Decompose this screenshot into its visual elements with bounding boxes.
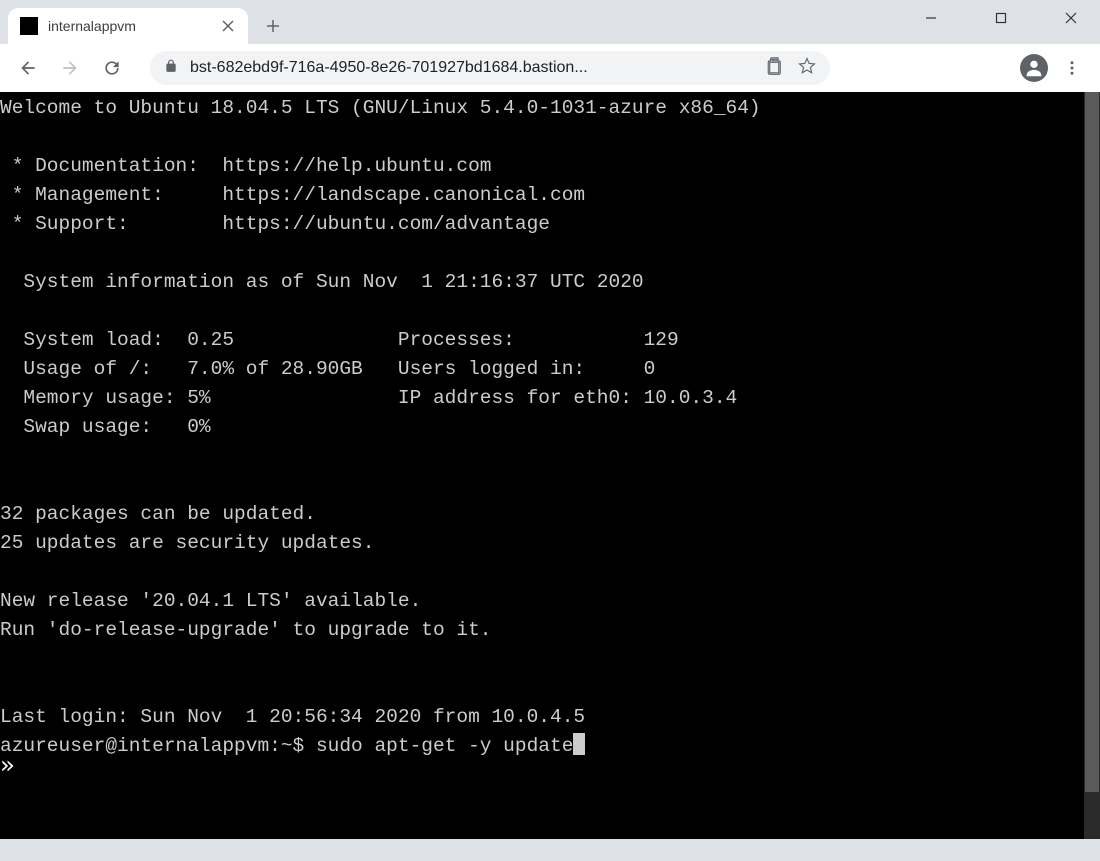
- tab-strip: internalappvm: [0, 0, 1100, 44]
- favicon-icon: [20, 17, 38, 35]
- scrollbar-thumb[interactable]: [1085, 92, 1099, 792]
- tab-title: internalappvm: [48, 18, 210, 34]
- motd-support: * Support: https://ubuntu.com/advantage: [0, 213, 550, 235]
- shell-prompt: azureuser@internalappvm:~$ sudo apt-get …: [0, 735, 573, 757]
- sysinfo-header: System information as of Sun Nov 1 21:16…: [0, 271, 644, 293]
- release-run: Run 'do-release-upgrade' to upgrade to i…: [0, 619, 491, 641]
- forward-button[interactable]: [54, 52, 86, 84]
- clipboard-icon[interactable]: [766, 57, 784, 80]
- tab-close-icon[interactable]: [220, 18, 236, 34]
- profile-avatar-icon[interactable]: [1020, 54, 1048, 82]
- motd-doc: * Documentation: https://help.ubuntu.com: [0, 155, 491, 177]
- kebab-menu-icon[interactable]: [1056, 59, 1088, 77]
- browser-tab[interactable]: internalappvm: [8, 8, 248, 44]
- sysinfo-row: System load: 0.25 Processes: 129: [0, 329, 679, 351]
- terminal-output: Welcome to Ubuntu 18.04.5 LTS (GNU/Linux…: [0, 92, 1100, 761]
- last-login: Last login: Sun Nov 1 20:56:34 2020 from…: [0, 706, 585, 728]
- scrollbar[interactable]: [1084, 92, 1100, 839]
- chevrons-icon[interactable]: »: [0, 751, 14, 779]
- back-button[interactable]: [12, 52, 44, 84]
- pkg-security: 25 updates are security updates.: [0, 532, 374, 554]
- motd-welcome: Welcome to Ubuntu 18.04.5 LTS (GNU/Linux…: [0, 97, 761, 119]
- toolbar-right: [1020, 54, 1088, 82]
- url-text: bst-682ebd9f-716a-4950-8e26-701927bd1684…: [190, 59, 588, 77]
- cursor: [573, 733, 585, 755]
- star-icon[interactable]: [798, 57, 816, 80]
- release-new: New release '20.04.1 LTS' available.: [0, 590, 421, 612]
- terminal[interactable]: Welcome to Ubuntu 18.04.5 LTS (GNU/Linux…: [0, 92, 1100, 839]
- motd-mgmt: * Management: https://landscape.canonica…: [0, 184, 585, 206]
- lock-icon: [164, 59, 178, 78]
- new-tab-button[interactable]: [258, 11, 288, 41]
- address-actions: [766, 57, 816, 80]
- address-bar[interactable]: bst-682ebd9f-716a-4950-8e26-701927bd1684…: [150, 51, 830, 85]
- sysinfo-row: Memory usage: 5% IP address for eth0: 10…: [0, 387, 737, 409]
- sysinfo-row: Usage of /: 7.0% of 28.90GB Users logged…: [0, 358, 655, 380]
- reload-button[interactable]: [96, 52, 128, 84]
- pkg-updates: 32 packages can be updated.: [0, 503, 316, 525]
- sysinfo-row: Swap usage: 0%: [0, 416, 211, 438]
- browser-toolbar: bst-682ebd9f-716a-4950-8e26-701927bd1684…: [0, 44, 1100, 92]
